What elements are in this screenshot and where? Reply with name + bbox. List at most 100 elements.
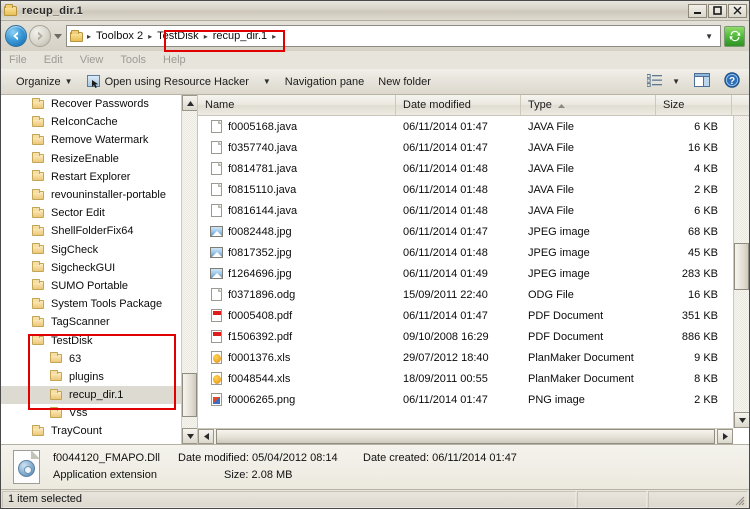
history-dropdown-icon[interactable] xyxy=(51,25,64,47)
navigation-pane-scrollbar[interactable] xyxy=(181,95,197,444)
menu-item-edit[interactable]: Edit xyxy=(44,54,72,66)
tree-item-sigcheck[interactable]: SigCheck xyxy=(1,241,181,259)
tree-item-plugins[interactable]: plugins xyxy=(1,368,181,386)
scroll-thumb[interactable] xyxy=(734,243,749,290)
file-size: 2 KB xyxy=(694,393,718,406)
tree-item-recup-dir-1[interactable]: recup_dir.1 xyxy=(1,386,181,405)
change-view-button[interactable]: ▼ xyxy=(643,72,684,92)
tree-item-label: revouninstaller-portable xyxy=(51,189,166,202)
status-cell-2 xyxy=(648,490,748,508)
minimize-button[interactable] xyxy=(688,3,707,18)
tree-item-tagscanner[interactable]: TagScanner xyxy=(1,313,181,331)
column-header-date-modified[interactable]: Date modified xyxy=(396,95,521,115)
scroll-down-button[interactable] xyxy=(182,428,197,444)
scroll-thumb[interactable] xyxy=(182,373,197,417)
refresh-icon[interactable] xyxy=(724,25,745,47)
navigation-pane-button[interactable]: Navigation pane xyxy=(278,73,372,91)
breadcrumb-item-recup-dir-1[interactable]: recup_dir.1 xyxy=(210,27,270,45)
table-row[interactable]: f0815110.java 06/11/2014 01:48 JAVA File 2 … xyxy=(198,179,733,200)
tree-item-label: Restart Explorer xyxy=(51,170,131,183)
table-row[interactable]: f0371896.odg 15/09/2011 22:40 ODG File 16 K… xyxy=(198,284,733,305)
table-row[interactable]: f0816144.java 06/11/2014 01:48 JAVA File 6 … xyxy=(198,200,733,221)
scroll-up-button[interactable] xyxy=(182,95,197,111)
folder-icon xyxy=(31,224,47,238)
planmaker-file-icon xyxy=(210,350,223,365)
maximize-button[interactable] xyxy=(708,3,727,18)
table-row[interactable]: f0817352.jpg 06/11/2014 01:48 JPEG image 45… xyxy=(198,242,733,263)
tree-item-system-tools-package[interactable]: System Tools Package xyxy=(1,295,181,313)
tree-item-restart-explorer[interactable]: Restart Explorer xyxy=(1,168,181,186)
tree-item-traycount[interactable]: TrayCount xyxy=(1,422,181,440)
scroll-track[interactable] xyxy=(182,111,197,428)
tree-item-sumo-portable[interactable]: SUMO Portable xyxy=(1,277,181,295)
explorer-window: recup_dir.1 ▸ Toolbox 2 ▸ TestDisk ▸ rec… xyxy=(0,0,750,509)
file-list-horizontal-scrollbar[interactable] xyxy=(198,428,733,444)
resize-grip-icon[interactable] xyxy=(733,494,745,506)
column-header-name[interactable]: Name xyxy=(198,95,396,115)
breadcrumb-sep-2[interactable]: ▸ xyxy=(202,32,210,41)
breadcrumb-item-testdisk[interactable]: TestDisk xyxy=(154,27,202,45)
generic-file-icon xyxy=(210,182,223,197)
tree-item-label: ResizeEnable xyxy=(51,152,119,165)
scroll-down-button[interactable] xyxy=(734,412,749,428)
breadcrumb[interactable]: ▸ Toolbox 2 ▸ TestDisk ▸ recup_dir.1 ▸ ▼ xyxy=(66,25,721,47)
scroll-track[interactable] xyxy=(734,111,749,412)
file-list-vertical-scrollbar[interactable] xyxy=(733,95,749,428)
tree-item-remove-watermark[interactable]: Remove Watermark xyxy=(1,131,181,149)
tree-item-63[interactable]: 63 xyxy=(1,350,181,368)
table-row[interactable]: f0005408.pdf 06/11/2014 01:47 PDF Document… xyxy=(198,305,733,326)
table-row[interactable]: f0814781.java 06/11/2014 01:48 JAVA File 4 … xyxy=(198,158,733,179)
menu-item-tools[interactable]: Tools xyxy=(120,54,155,66)
tree-item-sigcheckgui[interactable]: SigcheckGUI xyxy=(1,259,181,277)
breadcrumb-sep-1[interactable]: ▸ xyxy=(146,32,154,41)
tree-item-shellfolderfix64[interactable]: ShellFolderFix64 xyxy=(1,222,181,240)
scroll-left-button[interactable] xyxy=(198,429,214,444)
breadcrumb-sep-0[interactable]: ▸ xyxy=(85,32,93,41)
file-type: JAVA File xyxy=(528,162,575,175)
table-row[interactable]: f1506392.pdf 09/10/2008 16:29 PDF Document… xyxy=(198,326,733,347)
folder-tree: Recover Passwords ReIconCache Remove Water… xyxy=(1,95,181,441)
scroll-right-button[interactable] xyxy=(717,429,733,444)
details-size-value: 2.08 MB xyxy=(251,469,293,481)
table-row[interactable]: f0357740.java 06/11/2014 01:47 JAVA File 16… xyxy=(198,137,733,158)
table-row[interactable]: f0001376.xls 29/07/2012 18:40 PlanMaker Do… xyxy=(198,347,733,368)
tree-item-resizeenable[interactable]: ResizeEnable xyxy=(1,150,181,168)
new-folder-button[interactable]: New folder xyxy=(371,73,438,91)
folder-icon xyxy=(31,315,47,329)
scroll-track[interactable] xyxy=(214,429,717,444)
breadcrumb-item-toolbox-2[interactable]: Toolbox 2 xyxy=(93,27,146,45)
navigation-pane[interactable]: Recover Passwords ReIconCache Remove Water… xyxy=(1,95,198,444)
column-header-type[interactable]: Type xyxy=(521,95,656,115)
scroll-thumb[interactable] xyxy=(216,429,715,444)
forward-button[interactable] xyxy=(29,25,51,47)
tree-item-vss[interactable]: Vss xyxy=(1,404,181,422)
organize-button[interactable]: Organize ▼ xyxy=(9,73,80,91)
details-created-block: Date created: 06/11/2014 01:47 xyxy=(363,450,517,484)
table-row[interactable]: f0082448.jpg 06/11/2014 01:47 JPEG image 68… xyxy=(198,221,733,242)
help-button[interactable]: ? xyxy=(720,70,744,93)
tree-item-reiconcache[interactable]: ReIconCache xyxy=(1,113,181,131)
close-button[interactable] xyxy=(728,3,747,18)
table-row[interactable]: f0048544.xls 18/09/2011 00:55 PlanMaker Do… xyxy=(198,368,733,389)
title-bar[interactable]: recup_dir.1 xyxy=(1,1,749,21)
png-file-icon xyxy=(210,392,223,407)
breadcrumb-sep-3[interactable]: ▸ xyxy=(270,32,278,41)
tree-item-label: System Tools Package xyxy=(51,298,163,311)
file-list-pane[interactable]: Name Date modified Type Size f0005168.ja… xyxy=(198,95,749,444)
menu-item-help[interactable]: Help xyxy=(163,54,195,66)
tree-item-sector-edit[interactable]: Sector Edit xyxy=(1,204,181,222)
back-button[interactable] xyxy=(5,25,27,47)
column-header-size[interactable]: Size xyxy=(656,95,732,115)
tree-item-recover-passwords[interactable]: Recover Passwords xyxy=(1,95,181,113)
table-row[interactable]: f0006265.png 06/11/2014 01:47 PNG image 2 K… xyxy=(198,389,733,410)
preview-pane-button[interactable] xyxy=(690,71,714,92)
open-using-resource-hacker-button[interactable]: Open using Resource Hacker ▼ xyxy=(80,72,278,91)
menu-item-view[interactable]: View xyxy=(80,54,113,66)
menu-item-file[interactable]: File xyxy=(9,54,36,66)
tree-item-testdisk[interactable]: TestDisk xyxy=(1,331,181,349)
file-name: f0817352.jpg xyxy=(228,246,292,259)
table-row[interactable]: f1264696.jpg 06/11/2014 01:49 JPEG image 28… xyxy=(198,263,733,284)
tree-item-revouninstaller-portable[interactable]: revouninstaller-portable xyxy=(1,186,181,204)
breadcrumb-dropdown-icon[interactable]: ▼ xyxy=(700,32,718,41)
table-row[interactable]: f0005168.java 06/11/2014 01:47 JAVA File 6 … xyxy=(198,116,733,137)
